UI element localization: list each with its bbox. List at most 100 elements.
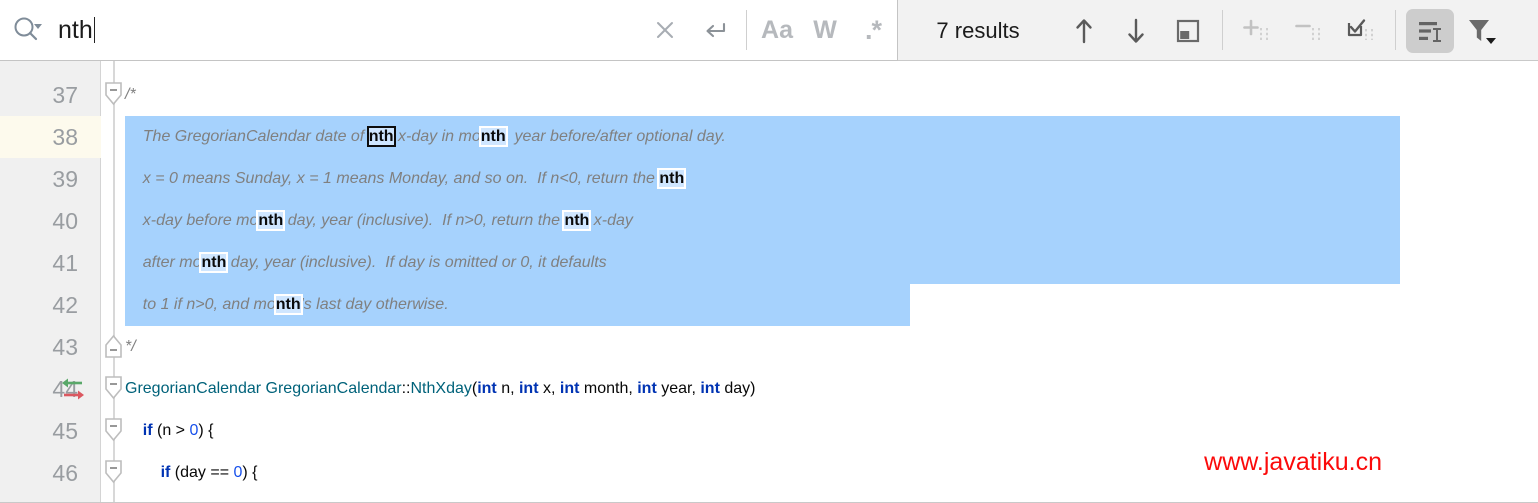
keyword-token: int <box>637 380 657 397</box>
fold-collapse-icon[interactable] <box>105 82 122 106</box>
search-match[interactable]: nth <box>659 170 685 187</box>
results-count: 7 results <box>936 17 1020 43</box>
keyword-token: if <box>142 422 153 439</box>
keyword-token: int <box>477 380 497 397</box>
type-token: GregorianCalendar <box>125 380 262 397</box>
comment-token: , year before/after optional day. <box>505 128 726 145</box>
function-token: NthXday <box>410 380 472 397</box>
comment-token: to 1 if n>0, and mo <box>125 296 276 313</box>
clear-search-button[interactable] <box>640 0 690 61</box>
line-number: 38 <box>52 124 78 150</box>
toolbar-divider <box>746 10 747 50</box>
find-navigation-group <box>1058 0 1508 60</box>
code-line-45: if (n > 0) { <box>125 410 214 452</box>
search-field[interactable]: nth Aa W .* <box>0 0 898 61</box>
table-row[interactable]: 42 to 1 if n>0, and month's last day oth… <box>0 284 1538 326</box>
search-input[interactable]: nth <box>56 0 640 61</box>
indent-token <box>125 464 161 481</box>
fold-collapse-icon[interactable] <box>105 334 122 358</box>
match-case-button[interactable]: Aa <box>753 0 801 61</box>
keyword-token: if <box>160 464 171 481</box>
table-row[interactable]: 36 <box>0 61 1538 69</box>
param-token: day) <box>719 380 756 397</box>
code-editor[interactable]: 36 37 /* 38 The GregorianCalendar date o… <box>0 61 1538 503</box>
next-match-button[interactable] <box>1110 0 1162 61</box>
code-line-43: */ <box>125 326 136 368</box>
line-number: 40 <box>52 208 78 234</box>
search-match-current[interactable]: nth <box>368 128 394 145</box>
fold-collapse-icon[interactable] <box>105 376 122 400</box>
toolbar-divider <box>1222 10 1223 50</box>
indent-token <box>125 422 143 439</box>
toolbar-divider <box>1395 10 1396 50</box>
expr-token: (n > <box>152 422 190 439</box>
previous-match-button[interactable] <box>1058 0 1110 61</box>
whole-words-button[interactable]: W <box>801 0 849 61</box>
code-line-37: /* <box>125 74 136 116</box>
text-caret <box>93 16 95 43</box>
comment-token: x = 0 means Sunday, x = 1 means Monday, … <box>125 170 660 187</box>
comment-token: */ <box>125 338 136 355</box>
new-line-icon[interactable] <box>690 0 740 61</box>
table-row[interactable]: 38 The GregorianCalendar date of nth x-d… <box>0 116 1538 158</box>
search-match[interactable]: nth <box>480 128 506 145</box>
find-toolbar: nth Aa W .* 7 results <box>0 0 1538 61</box>
code-line-44: GregorianCalendar GregorianCalendar::Nth… <box>125 368 755 410</box>
line-number: 36 <box>0 61 78 69</box>
table-row[interactable]: 37 /* <box>0 74 1538 116</box>
search-dropdown-icon[interactable] <box>0 0 56 61</box>
search-match[interactable]: nth <box>258 212 284 229</box>
line-number: 46 <box>52 460 78 486</box>
punct-token: ) { <box>242 464 258 481</box>
add-selection-icon[interactable] <box>1231 0 1283 61</box>
code-line-42: to 1 if n>0, and month's last day otherw… <box>125 284 449 326</box>
fold-collapse-icon[interactable] <box>105 418 122 442</box>
comment-token: /* <box>125 86 136 103</box>
table-row[interactable]: 39 x = 0 means Sunday, x = 1 means Monda… <box>0 158 1538 200</box>
comment-token: after mo <box>125 254 202 271</box>
keyword-token: int <box>559 380 580 397</box>
table-row[interactable]: 43 */ <box>0 326 1538 368</box>
select-in-selection-icon[interactable] <box>1162 0 1214 61</box>
search-match[interactable]: nth <box>275 296 301 313</box>
search-input-value: nth <box>58 15 93 44</box>
class-token: GregorianCalendar <box>265 380 402 397</box>
param-token: year, <box>656 380 701 397</box>
override-implement-arrows-icon[interactable] <box>58 374 88 404</box>
param-token: x, <box>538 380 560 397</box>
param-token: month, <box>579 380 638 397</box>
search-match[interactable]: nth <box>201 254 227 271</box>
remove-selection-icon[interactable] <box>1283 0 1335 61</box>
table-row[interactable]: 44 GregorianCalendar GregorianCalendar::… <box>0 368 1538 410</box>
filter-dropdown-icon[interactable] <box>1456 0 1508 61</box>
comment-token: The GregorianCalendar date of <box>125 128 369 145</box>
comment-token: x-day before mo <box>125 212 259 229</box>
code-line-40: x-day before month day, year (inclusive)… <box>125 200 633 242</box>
code-line-38: The GregorianCalendar date of nth x-day … <box>125 116 726 158</box>
comment-token: x-day <box>589 212 633 229</box>
param-token: n, <box>496 380 519 397</box>
scope-token: :: <box>401 380 411 397</box>
line-number: 37 <box>52 82 78 108</box>
comment-token: day, year (inclusive). If day is omitted… <box>226 254 607 271</box>
table-row[interactable]: 41 after month day, year (inclusive). If… <box>0 242 1538 284</box>
punct-token: ) { <box>198 422 214 439</box>
fold-collapse-icon[interactable] <box>105 460 122 484</box>
editor-window: nth Aa W .* 7 results 37 /* 38 The Grego… <box>0 0 1538 503</box>
table-row[interactable]: 45 if (n > 0) { <box>0 410 1538 452</box>
line-number: 43 <box>52 334 78 360</box>
line-number: 39 <box>52 166 78 192</box>
line-number: 42 <box>52 292 78 318</box>
regex-button[interactable]: .* <box>849 0 897 61</box>
comment-token: day, year (inclusive). If n>0, return th… <box>283 212 565 229</box>
line-number: 41 <box>52 250 78 276</box>
keyword-token: int <box>700 380 720 397</box>
search-match[interactable]: nth <box>564 212 590 229</box>
expr-token: (day == <box>170 464 234 481</box>
table-row[interactable]: 40 x-day before month day, year (inclusi… <box>0 200 1538 242</box>
comment-token: 's last day otherwise. <box>300 296 449 313</box>
keyword-token: int <box>518 380 539 397</box>
select-all-occurrences-icon[interactable] <box>1335 0 1387 61</box>
open-in-find-window-button[interactable] <box>1404 0 1456 61</box>
code-line-46: if (day == 0) { <box>125 452 258 494</box>
